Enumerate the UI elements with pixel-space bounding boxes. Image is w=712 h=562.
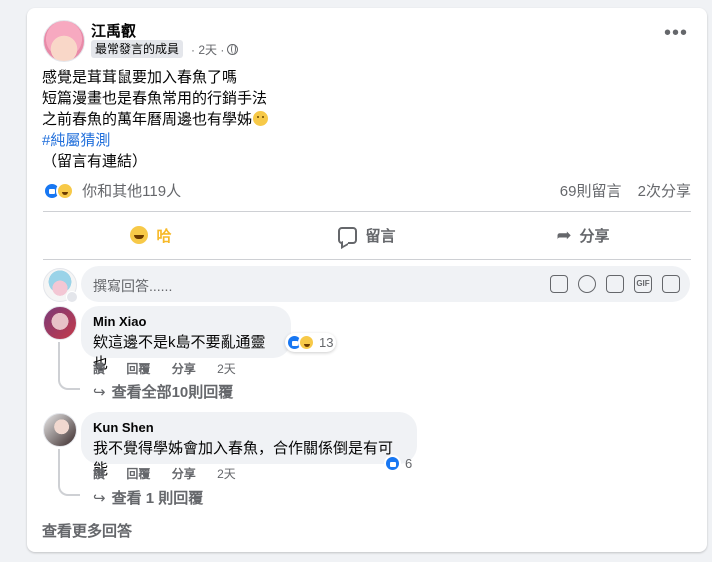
haha-label: 哈 bbox=[156, 227, 172, 245]
hashtag-link[interactable]: #純屬猜測 bbox=[42, 130, 268, 151]
globe-icon bbox=[227, 44, 239, 55]
comment-bubble: Min Xiao 欸這邊不是k島不要亂通靈也 bbox=[81, 306, 291, 372]
author-avatar[interactable] bbox=[43, 20, 85, 62]
haha-icon bbox=[130, 226, 149, 244]
comment-actions: 讚 回覆 分享 2天 bbox=[93, 465, 254, 482]
comment-reactions[interactable]: 6 bbox=[383, 454, 415, 473]
commenter-name[interactable]: Kun Shen bbox=[93, 420, 405, 435]
post-line: 之前春魚的萬年曆周邊也有學姊 bbox=[42, 109, 269, 130]
share-label: 分享 bbox=[579, 227, 610, 245]
post-line: 短篇漫畫也是春魚常用的行銷手法 bbox=[42, 90, 268, 107]
post-meta: · 2天 · bbox=[191, 41, 239, 58]
comment-reply-button[interactable]: 回覆 bbox=[126, 362, 150, 376]
comment-input[interactable]: 撰寫回答...... GIF bbox=[81, 266, 690, 302]
sticker-icon[interactable] bbox=[662, 275, 680, 293]
comment-share-button[interactable]: 分享 bbox=[172, 467, 196, 481]
reaction-count: 13 bbox=[319, 335, 334, 350]
view-replies-link[interactable]: ↪ 查看 1 則回覆 bbox=[93, 487, 203, 508]
comment-button[interactable]: 留言 bbox=[259, 215, 475, 255]
haha-reaction-icon bbox=[298, 334, 315, 351]
reply-arrow-icon: ↪ bbox=[93, 490, 106, 507]
comment-actions: 讚 回覆 分享 2天 bbox=[93, 360, 254, 377]
comment-time[interactable]: 2天 bbox=[217, 467, 236, 481]
view-replies-text: 查看全部10則回覆 bbox=[111, 384, 234, 401]
thread-line bbox=[58, 342, 80, 390]
commenter-avatar[interactable] bbox=[43, 413, 77, 447]
comment-icon bbox=[338, 226, 358, 244]
thinking-face-icon bbox=[253, 111, 269, 126]
composer-avatar[interactable] bbox=[43, 268, 78, 303]
haha-reaction-icon bbox=[56, 181, 74, 200]
post-card: 江禹叡 最常發言的成員 · 2天 · ••• 感覺是茸茸鼠要加入春魚了嗎 短篇漫… bbox=[27, 8, 707, 552]
emoji-icon[interactable] bbox=[578, 275, 596, 293]
commenter-name[interactable]: Min Xiao bbox=[93, 314, 279, 329]
gif-icon[interactable]: GIF bbox=[634, 275, 652, 293]
share-count[interactable]: 2次分享 bbox=[638, 183, 691, 200]
reaction-count: 6 bbox=[405, 456, 413, 471]
comment-reply-button[interactable]: 回覆 bbox=[126, 467, 150, 481]
comment-like-button[interactable]: 讚 bbox=[93, 362, 105, 376]
thread-line bbox=[58, 449, 80, 496]
divider bbox=[43, 259, 691, 260]
post-line: 感覺是茸茸鼠要加入春魚了嗎 bbox=[42, 69, 238, 86]
comment-input-placeholder: 撰寫回答...... bbox=[93, 278, 173, 294]
comment-reactions[interactable]: 13 bbox=[285, 333, 337, 352]
reply-arrow-icon: ↪ bbox=[93, 384, 106, 401]
comment-bubble: Kun Shen 我不覺得學姊會加入春魚，合作關係倒是有可能 bbox=[81, 412, 417, 478]
haha-button[interactable]: 哈 bbox=[43, 215, 259, 255]
share-button[interactable]: ➦ 分享 bbox=[475, 215, 691, 255]
comment-time[interactable]: 2天 bbox=[217, 362, 236, 376]
divider bbox=[43, 211, 691, 212]
share-arrow-icon: ➦ bbox=[556, 225, 572, 245]
post-body: 感覺是茸茸鼠要加入春魚了嗎 短篇漫畫也是春魚常用的行銷手法 之前春魚的萬年曆周邊… bbox=[42, 67, 269, 172]
camera-icon[interactable] bbox=[606, 275, 624, 293]
avatar-sticker-icon[interactable] bbox=[550, 275, 568, 293]
post-note: （留言有連結） bbox=[42, 153, 148, 170]
more-options-button[interactable]: ••• bbox=[661, 23, 691, 46]
view-replies-link[interactable]: ↪ 查看全部10則回覆 bbox=[93, 381, 233, 402]
action-bar: 哈 留言 ➦ 分享 bbox=[43, 215, 691, 255]
view-more-comments-link[interactable]: 查看更多回答 bbox=[42, 520, 132, 541]
author-name[interactable]: 江禹叡 bbox=[91, 20, 136, 41]
reactions-text[interactable]: 你和其他119人 bbox=[82, 183, 181, 200]
commenter-avatar[interactable] bbox=[43, 306, 77, 340]
comment-like-button[interactable]: 讚 bbox=[93, 467, 105, 481]
composer-tools: GIF bbox=[550, 275, 680, 293]
comment-share-button[interactable]: 分享 bbox=[172, 362, 196, 376]
reactions-left[interactable]: 你和其他119人 bbox=[43, 180, 181, 201]
comment-count[interactable]: 69則留言 bbox=[560, 183, 622, 200]
view-replies-text: 查看 1 則回覆 bbox=[111, 490, 204, 507]
like-reaction-icon bbox=[384, 455, 401, 472]
post-time[interactable]: 2天 bbox=[198, 43, 217, 57]
reactions-right: 69則留言 2次分享 bbox=[548, 180, 691, 201]
reactions-summary: 你和其他119人 69則留言 2次分享 bbox=[43, 180, 691, 200]
comment-label: 留言 bbox=[365, 227, 396, 245]
post-line-text: 之前春魚的萬年曆周邊也有學姊 bbox=[42, 111, 253, 128]
member-badge[interactable]: 最常發言的成員 bbox=[91, 40, 184, 58]
